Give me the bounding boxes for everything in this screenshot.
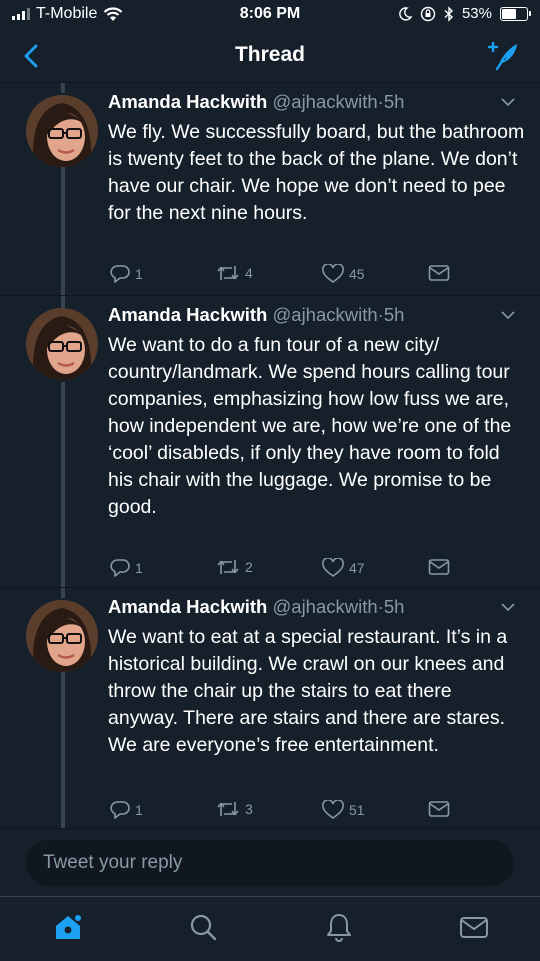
- reply-icon: [110, 801, 130, 819]
- battery-icon: [500, 6, 531, 21]
- thread-list: Amanda Hackwith @ajhackwith·5h We fly. W…: [0, 83, 540, 828]
- tweet-text: We fly. We successfully board, but the b…: [108, 121, 525, 224]
- like-count: 51: [349, 802, 365, 818]
- retweet-icon: [217, 266, 239, 280]
- tweet-header: Amanda Hackwith @ajhackwith·5h: [108, 304, 404, 326]
- reply-button[interactable]: 1: [110, 800, 143, 820]
- like-button[interactable]: 47: [322, 558, 365, 578]
- envelope-icon: [428, 801, 450, 817]
- tweet[interactable]: Amanda Hackwith @ajhackwith·5h We want t…: [0, 296, 540, 588]
- tweet-timestamp: 5h: [383, 91, 405, 112]
- avatar[interactable]: [26, 95, 98, 167]
- status-bar: T-Mobile 8:06 PM 53%: [0, 0, 540, 30]
- retweet-count: 2: [245, 559, 253, 575]
- envelope-icon: [428, 559, 450, 575]
- share-dm-button[interactable]: [428, 800, 450, 818]
- thread-connector-line: [61, 588, 65, 598]
- tweet-actions: 1 3 51: [108, 800, 468, 826]
- reply-input[interactable]: [26, 840, 514, 886]
- author-handle[interactable]: @ajhackwith: [273, 91, 378, 112]
- rotation-lock-icon: [420, 6, 436, 21]
- tweet-text: We want to eat at a special restaurant. …: [108, 626, 508, 756]
- retweet-button[interactable]: 2: [216, 558, 253, 576]
- battery-percent: 53%: [461, 5, 492, 22]
- author-handle[interactable]: @ajhackwith: [273, 596, 378, 617]
- tab-bar: [0, 896, 540, 961]
- thread-connector-line: [61, 167, 65, 295]
- retweet-button[interactable]: 4: [216, 264, 253, 282]
- tweet-timestamp: 5h: [383, 304, 405, 325]
- reply-count: 1: [135, 266, 143, 282]
- tweet-header: Amanda Hackwith @ajhackwith·5h: [108, 91, 404, 113]
- thread-connector-line: [61, 382, 65, 587]
- retweet-icon: [217, 802, 239, 816]
- avatar-photo-icon: [26, 600, 98, 672]
- tweet-header: Amanda Hackwith @ajhackwith·5h: [108, 596, 404, 618]
- reply-icon: [110, 265, 130, 283]
- share-dm-button[interactable]: [428, 558, 450, 576]
- chevron-down-icon[interactable]: [500, 310, 516, 320]
- tweet-actions: 1 4 45: [108, 264, 468, 290]
- tweet-text: We want to do a fun tour of a new city/ …: [108, 334, 512, 518]
- nav-bar: Thread: [0, 30, 540, 83]
- search-icon[interactable]: [187, 911, 219, 943]
- retweet-icon: [217, 560, 239, 574]
- page-title: Thread: [234, 43, 305, 66]
- tweet-actions: 1 2 47: [108, 558, 468, 584]
- thread-connector-line: [61, 83, 65, 93]
- heart-icon: [322, 264, 344, 283]
- notifications-bell-icon[interactable]: [323, 911, 355, 943]
- messages-envelope-icon[interactable]: [458, 911, 490, 943]
- avatar-photo-icon: [26, 95, 98, 167]
- status-icons: 53%: [398, 5, 531, 22]
- like-button[interactable]: 45: [322, 264, 365, 284]
- avatar[interactable]: [26, 308, 98, 380]
- like-button[interactable]: 51: [322, 800, 365, 820]
- tweet[interactable]: Amanda Hackwith @ajhackwith·5h We want t…: [0, 588, 540, 828]
- like-count: 45: [349, 266, 365, 282]
- share-dm-button[interactable]: [428, 264, 450, 282]
- author-name[interactable]: Amanda Hackwith: [108, 304, 267, 325]
- do-not-disturb-moon-icon: [399, 6, 412, 21]
- chevron-down-icon[interactable]: [500, 602, 516, 612]
- thread-connector-line: [61, 296, 65, 308]
- reply-count: 1: [135, 560, 143, 576]
- compose-tweet-icon[interactable]: [486, 40, 520, 72]
- retweet-button[interactable]: 3: [216, 800, 253, 818]
- heart-icon: [322, 558, 344, 577]
- author-name[interactable]: Amanda Hackwith: [108, 596, 267, 617]
- tweet[interactable]: Amanda Hackwith @ajhackwith·5h We fly. W…: [0, 83, 540, 296]
- retweet-count: 3: [245, 801, 253, 817]
- thread-connector-line: [61, 672, 65, 828]
- author-name[interactable]: Amanda Hackwith: [108, 91, 267, 112]
- reply-bar: [0, 828, 540, 897]
- like-count: 47: [349, 560, 365, 576]
- heart-icon: [322, 800, 344, 819]
- reply-button[interactable]: 1: [110, 264, 143, 284]
- avatar[interactable]: [26, 600, 98, 672]
- author-handle[interactable]: @ajhackwith: [273, 304, 378, 325]
- reply-icon: [110, 559, 130, 577]
- tweet-timestamp: 5h: [383, 596, 405, 617]
- home-icon[interactable]: [52, 911, 84, 943]
- retweet-count: 4: [245, 265, 253, 281]
- envelope-icon: [428, 265, 450, 281]
- reply-count: 1: [135, 802, 143, 818]
- avatar-photo-icon: [26, 308, 98, 380]
- bluetooth-icon: [444, 5, 453, 22]
- chevron-down-icon[interactable]: [500, 97, 516, 107]
- reply-button[interactable]: 1: [110, 558, 143, 578]
